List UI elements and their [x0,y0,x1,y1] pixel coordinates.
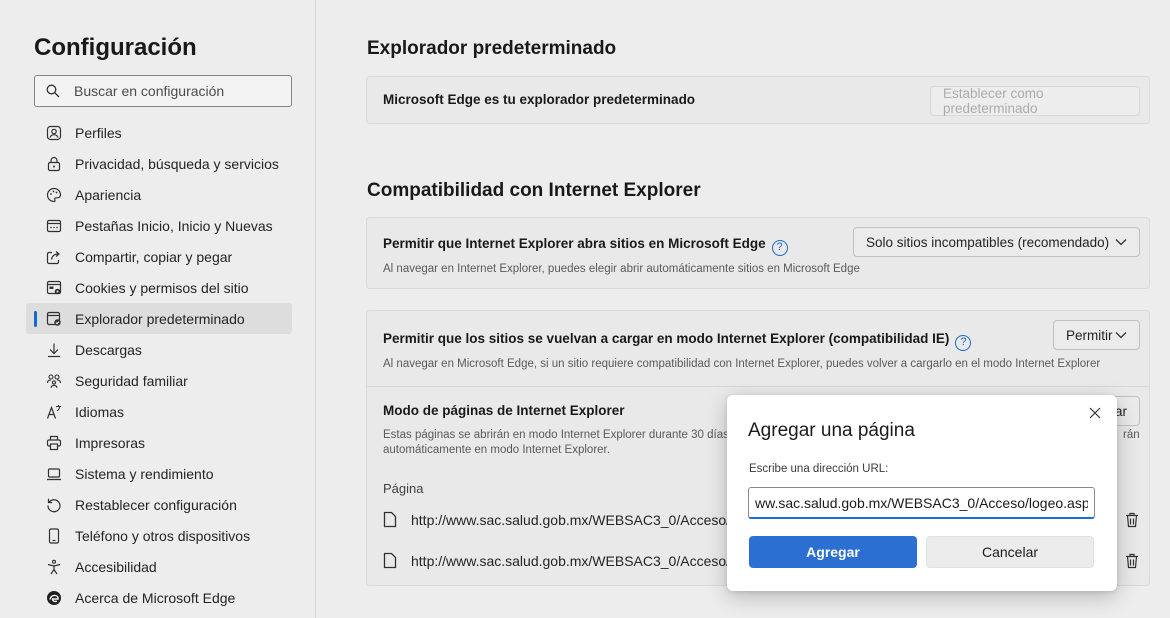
dialog-title: Agregar una página [748,420,915,441]
close-icon[interactable] [1087,405,1103,421]
url-input[interactable] [748,487,1095,519]
add-button[interactable]: Agregar [749,536,917,568]
add-page-dialog: Agregar una página Escribe una dirección… [727,395,1117,591]
cancel-button[interactable]: Cancelar [926,536,1094,568]
url-label: Escribe una dirección URL: [749,463,889,475]
